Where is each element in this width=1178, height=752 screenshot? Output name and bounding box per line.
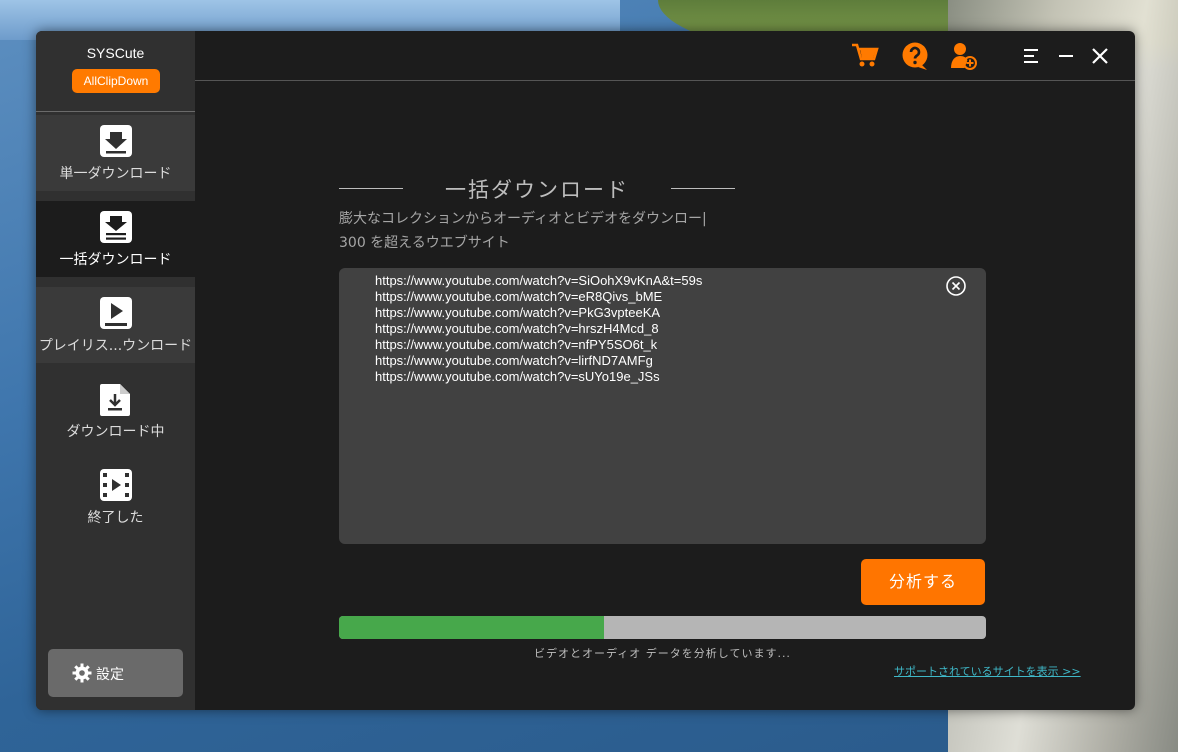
help-icon[interactable] bbox=[900, 41, 930, 71]
brand-area: SYSCute AllClipDown bbox=[36, 31, 195, 112]
description-line-1: 膨大なコレクションからオーディオとビデオをダウンロー| bbox=[339, 211, 707, 227]
minimize-icon[interactable] bbox=[1051, 41, 1081, 71]
user-add-icon[interactable] bbox=[948, 41, 978, 71]
title-divider-right bbox=[671, 188, 735, 189]
sidebar-item-label: 一括ダウンロード bbox=[59, 252, 172, 268]
sidebar-item-label: 単一ダウンロード bbox=[59, 166, 172, 182]
menu-icon[interactable] bbox=[1016, 41, 1046, 71]
progress-bar bbox=[339, 616, 986, 639]
brand-badge[interactable]: AllClipDown bbox=[72, 69, 160, 93]
sidebar-item-downloading[interactable]: ダウンロード中 bbox=[36, 373, 195, 449]
playlist-play-icon bbox=[100, 297, 132, 329]
brand-name: SYSCute bbox=[86, 45, 145, 61]
clear-circle-icon[interactable] bbox=[945, 275, 967, 297]
description-line-2: 300 を超えるウエブサイト bbox=[339, 235, 510, 251]
settings-label: 設定 bbox=[96, 667, 124, 683]
sidebar: SYSCute AllClipDown 単一ダウンロード 一括ダウンロード プレ… bbox=[36, 31, 195, 710]
supported-sites-link[interactable]: サポートされているサイトを表示 >> bbox=[894, 663, 1081, 679]
url-list-text[interactable]: https://www.youtube.com/watch?v=SiOohX9v… bbox=[375, 273, 935, 533]
sidebar-item-finished[interactable]: 終了した bbox=[36, 459, 195, 535]
status-text: ビデオとオーディオ データを分析しています... bbox=[534, 647, 791, 660]
single-download-icon bbox=[100, 125, 132, 157]
sidebar-item-label: ダウンロード中 bbox=[66, 424, 165, 440]
sidebar-item-label: 終了した bbox=[87, 510, 144, 526]
sidebar-item-playlist-download[interactable]: プレイリス...ウンロード bbox=[36, 287, 195, 363]
sidebar-item-batch-download[interactable]: 一括ダウンロード bbox=[36, 201, 195, 277]
sidebar-item-single-download[interactable]: 単一ダウンロード bbox=[36, 115, 195, 191]
downloading-file-icon bbox=[100, 384, 130, 416]
batch-download-icon bbox=[100, 211, 132, 243]
analyze-button[interactable]: 分析する bbox=[861, 559, 985, 605]
page-title-area: 一括ダウンロード bbox=[339, 174, 735, 204]
close-icon[interactable] bbox=[1085, 41, 1115, 71]
app-window: SYSCute AllClipDown 単一ダウンロード 一括ダウンロード プレ… bbox=[36, 31, 1135, 710]
gear-icon bbox=[72, 663, 92, 683]
settings-button[interactable]: 設定 bbox=[48, 649, 183, 697]
progress-fill bbox=[339, 616, 605, 639]
cart-icon[interactable] bbox=[850, 41, 880, 71]
page-title: 一括ダウンロード bbox=[445, 178, 629, 202]
sidebar-item-label: プレイリス...ウンロード bbox=[38, 338, 193, 354]
film-icon bbox=[100, 469, 132, 501]
topbar-divider bbox=[195, 80, 1135, 81]
url-input-box[interactable]: https://www.youtube.com/watch?v=SiOohX9v… bbox=[339, 268, 986, 544]
